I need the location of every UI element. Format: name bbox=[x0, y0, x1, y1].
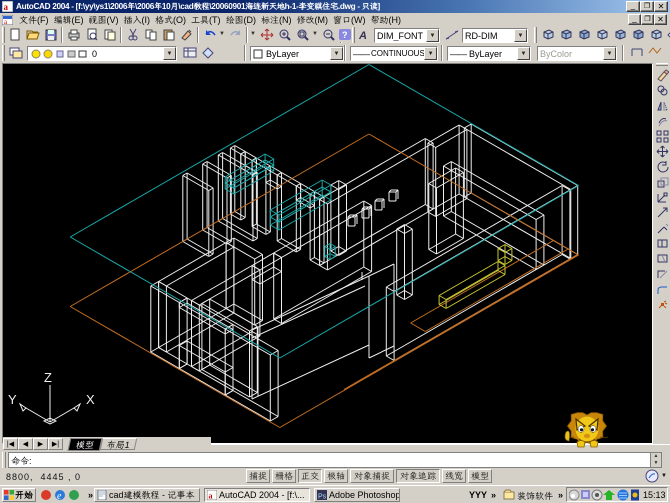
svg-text:e: e bbox=[57, 491, 62, 502]
svg-text:X: X bbox=[86, 392, 95, 407]
svg-text:Y: Y bbox=[8, 392, 17, 407]
svg-text:a: a bbox=[209, 492, 213, 501]
svg-text:a: a bbox=[4, 2, 9, 12]
svg-text:Z: Z bbox=[44, 370, 52, 385]
svg-text:Ps: Ps bbox=[318, 494, 327, 501]
svg-text:?: ? bbox=[342, 30, 348, 40]
svg-text:A: A bbox=[358, 30, 367, 41]
